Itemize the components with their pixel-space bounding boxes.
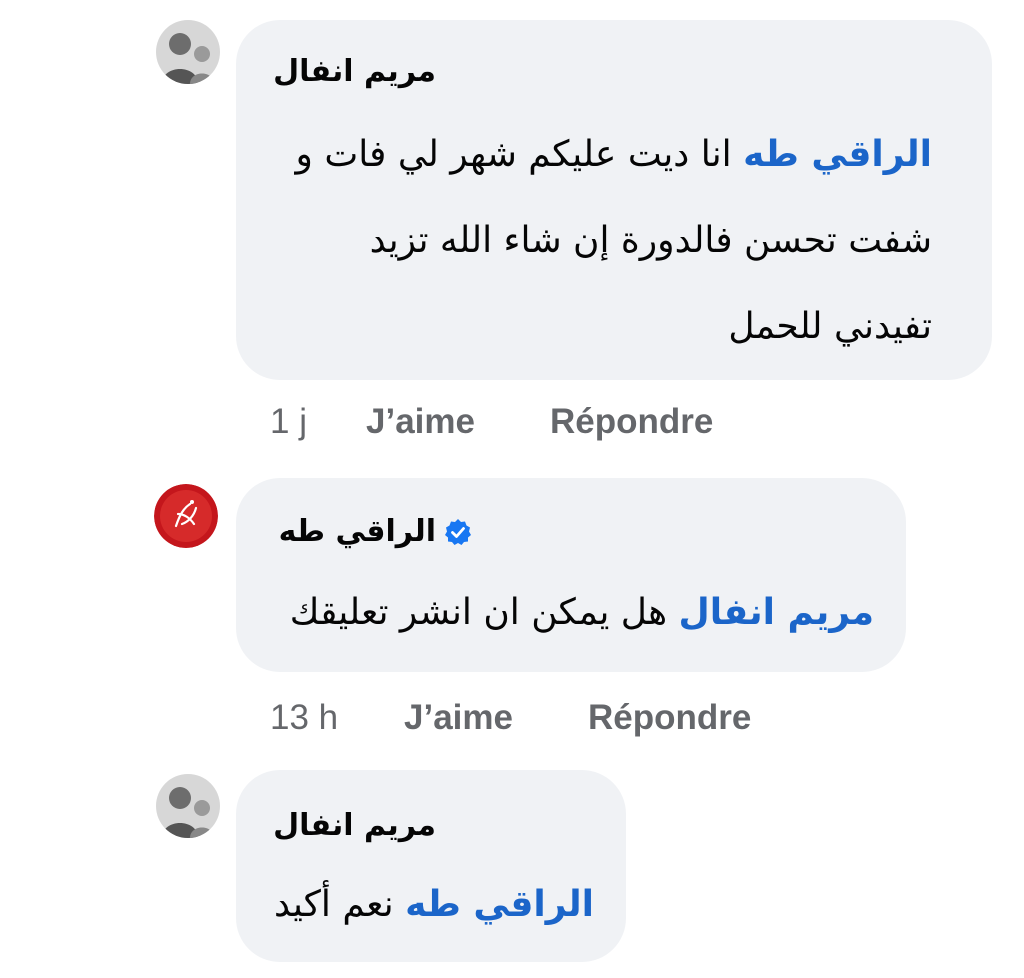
comment-author[interactable]: الراقي طه [279, 514, 472, 549]
text-line-1-body: انا ديت عليكم شهر لي فات و [295, 134, 732, 175]
author-name[interactable]: مريم انفال [273, 808, 436, 843]
text-line-3: تفيدني للحمل [728, 306, 932, 347]
comment-text: مريم انفال هل يمكن ان انشر تعليقك [254, 570, 874, 656]
author-name[interactable]: مريم انفال [273, 54, 436, 89]
comment-thread: مريم انفال الراقي طه انا ديت عليكم شهر ل… [0, 0, 1024, 978]
red-calligraphy-logo-icon [154, 484, 218, 548]
comment-bubble: الراقي طه مريم انفال هل يمكن ان انشر تعل… [236, 478, 906, 672]
profile-photo-icon [156, 774, 220, 838]
text-line-1: مريم انفال هل يمكن ان انشر تعليقك [254, 570, 874, 656]
text-line-1: الراقي طه نعم أكيد [254, 862, 594, 948]
comment-2: الراقي طه مريم انفال هل يمكن ان انشر تعل… [0, 478, 1024, 748]
avatar[interactable] [154, 484, 218, 548]
like-button[interactable]: J’aime [404, 698, 513, 738]
text-line-1-body: نعم أكيد [273, 884, 394, 925]
comment-actions: 13 h J’aime Répondre [270, 698, 870, 740]
comment-3: مريم انفال الراقي طه نعم أكيد [0, 770, 1024, 978]
comment-1: مريم انفال الراقي طه انا ديت عليكم شهر ل… [0, 0, 1024, 460]
comment-bubble: مريم انفال الراقي طه نعم أكيد [236, 770, 626, 962]
text-line-1: الراقي طه انا ديت عليكم شهر لي فات و [232, 112, 932, 198]
text-line-2: شفت تحسن فالدورة إن شاء الله تزيد [369, 220, 932, 261]
avatar[interactable] [156, 774, 220, 838]
reply-button[interactable]: Répondre [550, 402, 713, 442]
comment-timestamp[interactable]: 13 h [270, 698, 338, 738]
comment-author[interactable]: مريم انفال [273, 808, 436, 843]
mention-link[interactable]: الراقي طه [405, 884, 594, 925]
comment-bubble: مريم انفال الراقي طه انا ديت عليكم شهر ل… [236, 20, 992, 380]
comment-actions: 1 j J’aime Répondre [270, 402, 870, 444]
mention-link[interactable]: الراقي طه [743, 134, 932, 175]
comment-text: الراقي طه انا ديت عليكم شهر لي فات و شفت… [232, 112, 932, 370]
avatar[interactable] [156, 20, 220, 84]
reply-button[interactable]: Répondre [588, 698, 751, 738]
verified-badge-icon [444, 518, 472, 546]
comment-timestamp[interactable]: 1 j [270, 402, 307, 442]
comment-text: الراقي طه نعم أكيد [254, 862, 594, 948]
text-line-1-body: هل يمكن ان انشر تعليقك [289, 592, 668, 633]
profile-photo-icon [156, 20, 220, 84]
author-name[interactable]: الراقي طه [279, 514, 436, 549]
comment-author[interactable]: مريم انفال [273, 54, 436, 89]
like-button[interactable]: J’aime [366, 402, 475, 442]
mention-link[interactable]: مريم انفال [679, 592, 875, 633]
